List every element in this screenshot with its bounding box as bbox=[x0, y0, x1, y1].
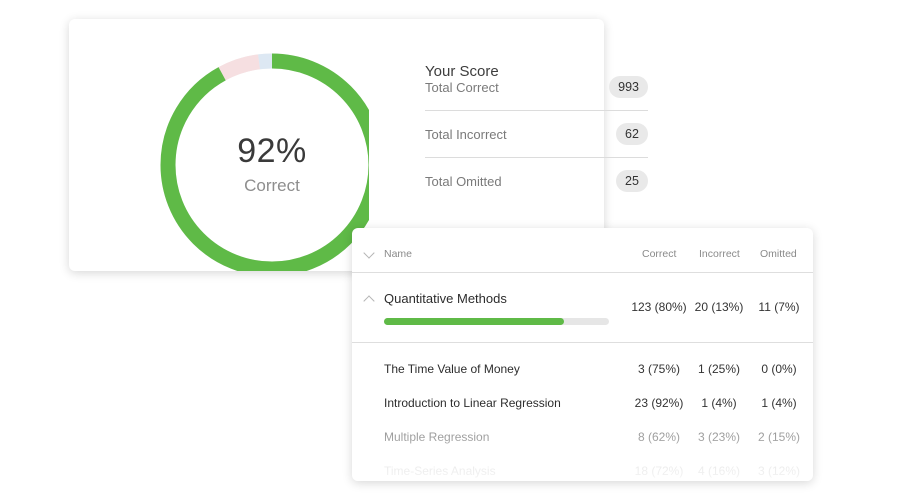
stat-badge-omitted: 25 bbox=[616, 170, 648, 192]
row-name: The Time Value of Money bbox=[384, 362, 520, 376]
header-omitted[interactable]: Omitted bbox=[760, 248, 797, 260]
header-divider bbox=[352, 272, 813, 273]
chevron-down-icon[interactable] bbox=[363, 247, 375, 259]
row-omitted: 2 (15%) bbox=[757, 430, 801, 444]
stat-badge-incorrect: 62 bbox=[616, 123, 648, 145]
score-percent: 92% bbox=[237, 132, 307, 170]
stat-divider bbox=[425, 110, 648, 111]
header-correct[interactable]: Correct bbox=[642, 248, 676, 260]
row-name: Multiple Regression bbox=[384, 430, 490, 444]
section-progress-fill bbox=[384, 318, 564, 325]
stat-label-correct: Total Correct bbox=[425, 80, 499, 95]
row-omitted: 1 (4%) bbox=[761, 396, 797, 410]
stat-badge-correct: 993 bbox=[609, 76, 648, 98]
header-incorrect[interactable]: Incorrect bbox=[699, 248, 740, 260]
stat-row-omitted: Total Omitted 25 bbox=[425, 170, 648, 217]
stat-label-incorrect: Total Incorrect bbox=[425, 127, 507, 142]
chevron-up-icon[interactable] bbox=[363, 295, 375, 307]
row-omitted: 0 (0%) bbox=[761, 362, 797, 376]
row-omitted: 3 (12%) bbox=[757, 464, 801, 478]
section-omitted: 11 (7%) bbox=[758, 300, 800, 314]
stat-row-correct: Total Correct 993 bbox=[425, 76, 648, 123]
breakdown-table: Name Correct Incorrect Omitted Quantitat… bbox=[352, 228, 813, 481]
row-name: Introduction to Linear Regression bbox=[384, 396, 561, 410]
header-name[interactable]: Name bbox=[384, 248, 412, 260]
row-name: Time-Series Analysis bbox=[384, 464, 496, 478]
section-progress-bar bbox=[384, 318, 609, 325]
stat-divider bbox=[425, 157, 648, 158]
section-name: Quantitative Methods bbox=[384, 291, 507, 306]
stat-row-incorrect: Total Incorrect 62 bbox=[425, 123, 648, 170]
score-percent-label: Correct bbox=[244, 176, 300, 195]
section-divider bbox=[352, 342, 813, 343]
stat-label-omitted: Total Omitted bbox=[425, 174, 502, 189]
